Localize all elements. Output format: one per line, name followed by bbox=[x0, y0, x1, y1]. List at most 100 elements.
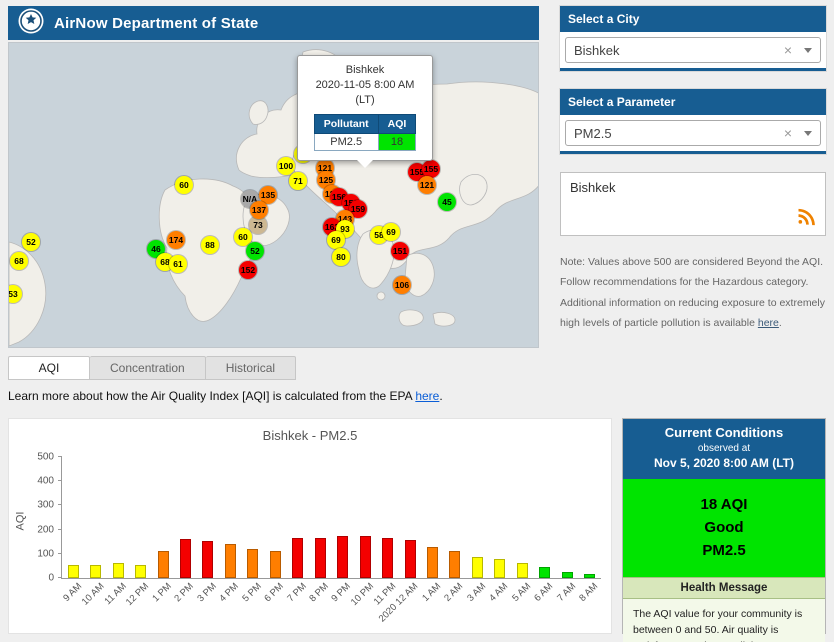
x-axis-tick-label: 4 AM bbox=[487, 580, 511, 604]
map-aqi-marker[interactable]: 71 bbox=[289, 172, 307, 190]
chart-bar[interactable] bbox=[471, 556, 483, 578]
popup-pollutant-value: PM2.5 bbox=[313, 132, 379, 151]
chart-bar[interactable] bbox=[157, 551, 169, 578]
chart-bar-slot: 12 PM bbox=[124, 457, 151, 608]
chart-bar-slot: 7 AM bbox=[555, 457, 578, 604]
rss-icon[interactable] bbox=[797, 207, 817, 230]
map-aqi-marker[interactable]: 69 bbox=[327, 231, 345, 249]
map-aqi-marker[interactable]: 152 bbox=[239, 261, 257, 279]
chart-bar[interactable] bbox=[112, 563, 124, 578]
x-axis-tick-label: 1 PM bbox=[150, 580, 174, 605]
x-axis-tick-label: 2 AM bbox=[442, 580, 466, 604]
chart-bar[interactable] bbox=[67, 565, 79, 578]
tab-historical[interactable]: Historical bbox=[205, 356, 297, 380]
x-axis-tick-label: 1 AM bbox=[419, 580, 444, 604]
city-dropdown-arrow-icon[interactable] bbox=[804, 47, 812, 53]
chart-bar[interactable] bbox=[202, 540, 214, 578]
chart-bar[interactable] bbox=[224, 544, 236, 578]
chart-bar[interactable] bbox=[449, 551, 461, 578]
x-axis-tick-label: 2 PM bbox=[172, 580, 197, 605]
chart-bar[interactable] bbox=[292, 538, 304, 578]
conditions-observed-datetime: Nov 5, 2020 8:00 AM (LT) bbox=[653, 456, 795, 471]
popup-city: Bishkek bbox=[345, 64, 385, 76]
conditions-title: Current Conditions bbox=[664, 425, 784, 440]
y-axis-tick-label: 100 bbox=[37, 548, 54, 560]
conditions-observed-label: observed at bbox=[697, 443, 751, 455]
chart-bar-slot: 4 PM bbox=[218, 457, 241, 604]
epa-here-link[interactable]: here bbox=[415, 389, 439, 403]
chart-bar-slot: 9 PM bbox=[330, 457, 353, 604]
chart-bar-slot: 1 AM bbox=[420, 457, 443, 604]
map-aqi-marker[interactable]: 151 bbox=[391, 242, 409, 260]
map-aqi-marker[interactable]: 69 bbox=[382, 223, 400, 241]
chart-bar[interactable] bbox=[404, 539, 416, 578]
parameter-panel: Select a Parameter PM2.5 × bbox=[560, 89, 826, 154]
chart-bar[interactable] bbox=[359, 535, 371, 578]
chart-bar[interactable] bbox=[179, 539, 191, 578]
x-axis-tick-label: 3 PM bbox=[195, 580, 219, 605]
chart-bar[interactable] bbox=[426, 547, 438, 578]
map-aqi-marker[interactable]: 45 bbox=[438, 193, 456, 211]
city-panel: Select a City Bishkek × bbox=[560, 6, 826, 71]
x-axis-tick-label: 7 PM bbox=[284, 580, 309, 605]
chart-bar-slot: 10 PM bbox=[349, 457, 376, 608]
note-text: Note: Values above 500 are considered Be… bbox=[560, 256, 825, 330]
y-axis-tick-label: 500 bbox=[37, 451, 54, 463]
chart-bar[interactable] bbox=[539, 567, 551, 578]
map-popup: Bishkek 2020-11-05 8:00 AM (LT) Pollutan… bbox=[297, 55, 433, 168]
popup-aqi-table: Pollutant AQI PM2.5 18 bbox=[313, 113, 417, 151]
parameter-clear-icon[interactable]: × bbox=[784, 125, 792, 141]
map-aqi-marker[interactable]: 52 bbox=[22, 233, 40, 251]
map-aqi-marker[interactable]: 100 bbox=[277, 157, 295, 175]
health-message-header: Health Message bbox=[623, 576, 825, 599]
x-axis-tick-label: 6 AM bbox=[532, 580, 556, 604]
tab-aqi[interactable]: AQI bbox=[8, 356, 90, 380]
popup-col-aqi: AQI bbox=[377, 113, 417, 134]
map-aqi-marker[interactable]: 121 bbox=[418, 176, 436, 194]
map-aqi-marker[interactable]: 106 bbox=[393, 276, 411, 294]
chart-bar[interactable] bbox=[135, 564, 147, 578]
map-aqi-marker[interactable]: 174 bbox=[167, 231, 185, 249]
city-clear-icon[interactable]: × bbox=[784, 42, 792, 58]
map-aqi-marker[interactable]: 68 bbox=[10, 252, 28, 270]
parameter-select[interactable]: PM2.5 × bbox=[565, 120, 821, 146]
chart-bar[interactable] bbox=[494, 558, 506, 578]
chart-bar-slot: 10 AM bbox=[79, 457, 106, 608]
chart-bar[interactable] bbox=[314, 538, 326, 578]
popup-datetime: 2020-11-05 8:00 AM bbox=[315, 78, 415, 91]
chart-bar[interactable] bbox=[337, 536, 349, 578]
chart-bar[interactable] bbox=[516, 563, 528, 578]
popup-local-time: (LT) bbox=[355, 93, 375, 106]
map-aqi-marker[interactable]: 137 bbox=[250, 201, 268, 219]
learn-more-prefix: Learn more about how the Air Quality Ind… bbox=[8, 389, 416, 403]
chart-bar-slot: 3 PM bbox=[195, 457, 219, 604]
chart-bar[interactable] bbox=[382, 538, 394, 578]
parameter-select-wrap: PM2.5 × bbox=[560, 115, 826, 151]
y-axis-tick-label: 400 bbox=[37, 475, 54, 487]
conditions-aqi-block: 18 AQI Good PM2.5 bbox=[623, 478, 825, 577]
chart-bar[interactable] bbox=[90, 564, 102, 578]
tab-concentration[interactable]: Concentration bbox=[90, 356, 206, 380]
popup-col-pollutant: Pollutant bbox=[313, 113, 379, 134]
map-aqi-marker[interactable]: 80 bbox=[332, 248, 350, 266]
chart-bar[interactable] bbox=[269, 551, 281, 578]
chart-bar-slot: 9 AM bbox=[61, 457, 84, 604]
chart-bar-slot: 6 PM bbox=[262, 457, 286, 604]
city-select[interactable]: Bishkek × bbox=[565, 37, 821, 63]
x-axis-tick-label: 8 PM bbox=[307, 580, 331, 605]
chart-bar-slot: 2 AM bbox=[442, 457, 466, 604]
x-axis-tick-label: 4 PM bbox=[217, 580, 242, 605]
health-message-text: The AQI value for your community is betw… bbox=[623, 598, 825, 642]
note-here-link[interactable]: here bbox=[758, 317, 779, 329]
chart-bar-slot: 8 PM bbox=[307, 457, 331, 604]
world-aqi-map[interactable]: 52 68 53 60 46 174 68 61 88 60 73 N/A 135 137 52 152 100… bbox=[8, 42, 539, 348]
chart-bar[interactable] bbox=[247, 549, 259, 578]
map-aqi-marker[interactable]: 88 bbox=[201, 236, 219, 254]
parameter-dropdown-arrow-icon[interactable] bbox=[804, 130, 812, 136]
map-aqi-marker[interactable]: 61 bbox=[169, 255, 187, 273]
map-aqi-marker[interactable]: 52 bbox=[246, 242, 264, 260]
conditions-aqi-value: 18 AQI bbox=[700, 495, 748, 513]
note-suffix: . bbox=[778, 317, 782, 330]
chart-bar-slot: 3 AM bbox=[465, 457, 488, 604]
map-aqi-marker[interactable]: 60 bbox=[175, 176, 193, 194]
